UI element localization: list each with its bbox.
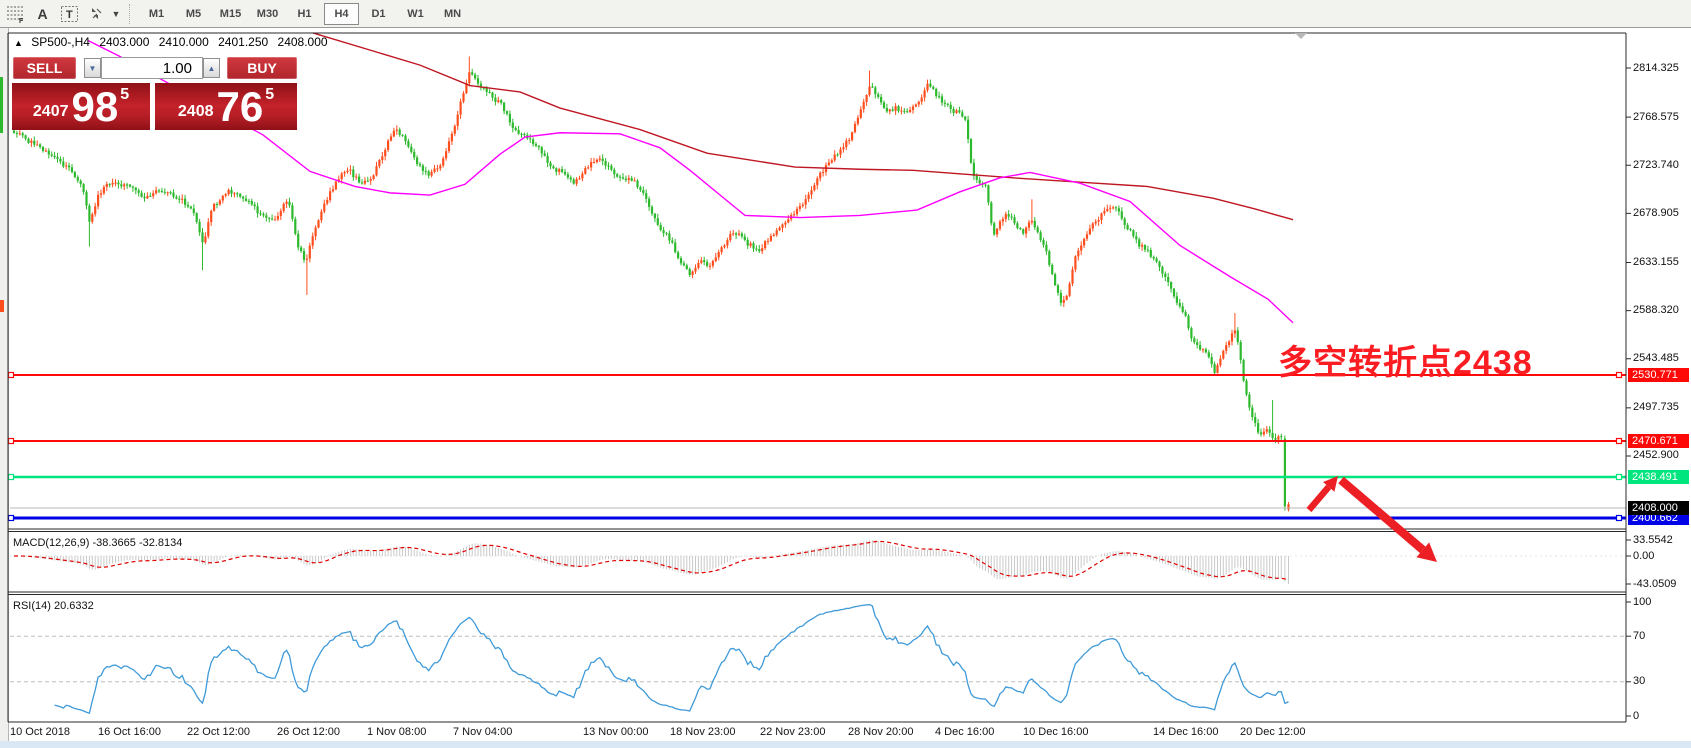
date-tick-label: 13 Nov 00:00	[583, 726, 648, 738]
horizontal-line-2470.671[interactable]	[9, 439, 1627, 444]
clipped-candle-sliver	[0, 77, 3, 133]
collapse-panel-icon[interactable]: ▲	[14, 38, 23, 48]
price-tick-label: 2633.155	[1633, 256, 1679, 269]
rsi-scale-label: 70	[1633, 630, 1645, 643]
macd-scale-label: -43.0509	[1633, 578, 1676, 591]
current-price-label: 2408.000	[1628, 501, 1689, 515]
date-tick-label: 22 Nov 23:00	[760, 726, 825, 738]
moving-average-slow	[313, 33, 1293, 220]
rsi-scale-label: 30	[1633, 675, 1645, 688]
rsi-line	[55, 605, 1289, 714]
line-price-label: 2438.491	[1628, 470, 1689, 484]
price-tick-label: 2452.900	[1633, 449, 1679, 462]
sell-price-fraction: 5	[120, 86, 129, 104]
date-tick-label: 14 Dec 16:00	[1153, 726, 1218, 738]
rsi-indicator-label: RSI(14) 20.6332	[13, 600, 94, 612]
macd-histogram	[14, 540, 1289, 584]
sell-price-integer: 2407	[33, 103, 69, 121]
price-tick-label: 2768.575	[1633, 111, 1679, 124]
date-tick-label: 26 Oct 12:00	[277, 726, 340, 738]
ohlc-low: 2401.250	[218, 35, 268, 49]
date-tick-label: 1 Nov 08:00	[367, 726, 426, 738]
clipped-candle-sliver2	[0, 300, 4, 312]
price-tick-label: 2814.325	[1633, 62, 1679, 75]
chart-text-annotation[interactable]: 多空转折点2438	[1278, 335, 1533, 384]
line-price-label: 2530.771	[1628, 368, 1689, 382]
buy-quote-box[interactable]: 2408 76 5	[155, 83, 297, 130]
macd-scale-label: 33.5542	[1633, 534, 1673, 547]
line-price-label: 2470.671	[1628, 434, 1689, 448]
price-tick-label: 2678.905	[1633, 207, 1679, 220]
date-tick-label: 4 Dec 16:00	[935, 726, 994, 738]
volume-decrease-button[interactable]: ▼	[84, 58, 101, 78]
ohlc-close: 2408.000	[278, 35, 328, 49]
buy-button[interactable]: BUY	[227, 57, 297, 79]
date-tick-label: 10 Oct 2018	[10, 726, 70, 738]
date-tick-label: 7 Nov 04:00	[453, 726, 512, 738]
symbol-period-label: SP500-,H4	[31, 35, 90, 49]
volume-input[interactable]	[101, 57, 203, 79]
date-tick-label: 16 Oct 16:00	[98, 726, 161, 738]
horizontal-line-2438.491[interactable]	[9, 475, 1627, 480]
price-tick-label: 2723.740	[1633, 159, 1679, 172]
mt4-window: F A T ▼ M1M5M15M30H1H4D1W1MN ▲ SP500-,H4…	[0, 0, 1691, 748]
date-tick-label: 22 Oct 12:00	[187, 726, 250, 738]
price-tick-label: 2543.485	[1633, 352, 1679, 365]
chart-header: ▲ SP500-,H4 2403.000 2410.000 2401.250 2…	[14, 35, 334, 49]
rsi-scale-label: 0	[1633, 710, 1639, 723]
macd-scale-label: 0.00	[1633, 550, 1654, 563]
date-tick-label: 28 Nov 20:00	[848, 726, 913, 738]
sell-quote-box[interactable]: 2407 98 5	[12, 83, 150, 130]
buy-price-pips: 76	[216, 90, 263, 124]
autoscroll-marker-icon[interactable]	[1295, 33, 1307, 39]
date-tick-label: 18 Nov 23:00	[670, 726, 735, 738]
buy-price-integer: 2408	[178, 103, 214, 121]
one-click-trading-panel: SELL ▼ ▲ BUY 2407 98 5 2408 76 5	[12, 48, 298, 130]
sell-price-pips: 98	[71, 90, 118, 124]
price-tick-label: 2497.735	[1633, 401, 1679, 414]
ohlc-high: 2410.000	[159, 35, 209, 49]
date-tick-label: 10 Dec 16:00	[1023, 726, 1088, 738]
volume-increase-button[interactable]: ▲	[203, 58, 220, 78]
sell-button[interactable]: SELL	[13, 57, 76, 79]
macd-indicator-label: MACD(12,26,9) -38.3665 -32.8134	[13, 537, 182, 549]
buy-price-fraction: 5	[265, 86, 274, 104]
date-tick-label: 20 Dec 12:00	[1240, 726, 1305, 738]
price-tick-label: 2588.320	[1633, 304, 1679, 317]
ohlc-open: 2403.000	[99, 35, 149, 49]
rsi-scale-label: 100	[1633, 596, 1651, 609]
